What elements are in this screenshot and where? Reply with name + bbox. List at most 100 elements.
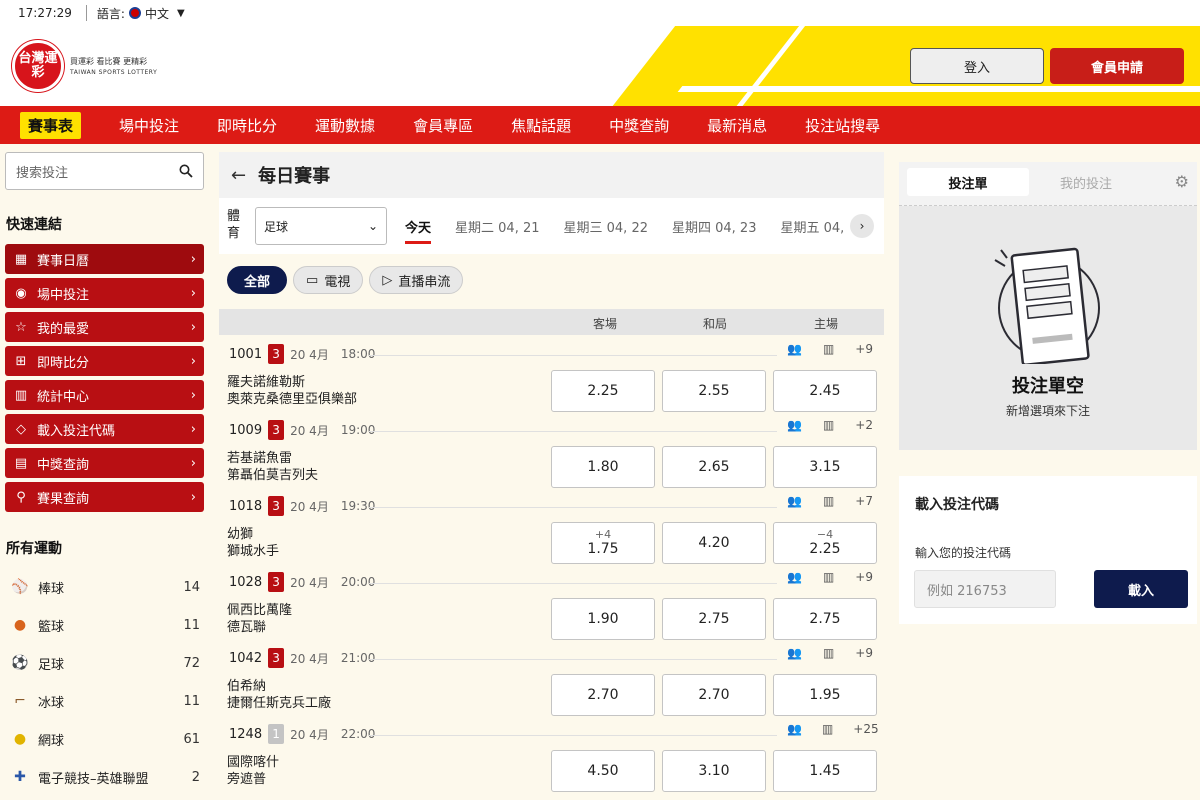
filter-all[interactable]: 全部 — [227, 266, 288, 294]
more-markets-count[interactable]: +25 — [853, 722, 878, 736]
tab-friday[interactable]: 星期五 04, — [780, 217, 844, 236]
nav-item-news[interactable]: 最新消息 — [707, 115, 767, 136]
odds-button[interactable]: 2.55 — [662, 370, 766, 412]
calendar-icon: ▦ — [14, 251, 28, 267]
stats-icon[interactable]: ▥ — [823, 570, 834, 584]
nav-item-sports-data[interactable]: 運動數據 — [315, 115, 375, 136]
quick-links-title: 快速連結 — [6, 217, 62, 233]
stats-icon[interactable]: ▥ — [823, 646, 834, 660]
odds-button[interactable]: 4.20 — [662, 522, 766, 564]
bet-code-input[interactable]: 例如 216753 — [914, 570, 1056, 608]
quick-link-calendar[interactable]: ▦ 賽事日曆 › — [5, 244, 204, 274]
chevron-right-icon: › — [190, 319, 196, 335]
tab-my-bets[interactable]: 我的投注 — [1025, 168, 1147, 196]
quick-link-favorites[interactable]: ☆ 我的最愛 › — [5, 312, 204, 342]
search-icon: ⚲ — [16, 489, 26, 505]
quick-link-stats[interactable]: ▥ 統計中心 › — [5, 380, 204, 410]
lineup-icon[interactable]: 👥 — [787, 494, 802, 508]
odds-button[interactable]: 1.80 — [551, 446, 655, 488]
odds-button[interactable]: 2.25 — [551, 370, 655, 412]
lineup-icon[interactable]: 👥 — [787, 722, 802, 736]
odds-value: 2.55 — [698, 383, 730, 399]
stats-icon[interactable]: ▥ — [823, 418, 834, 432]
tab-today[interactable]: 今天 — [405, 217, 432, 244]
tab-tuesday[interactable]: 星期二 04, 21 — [455, 217, 539, 236]
match-number: 1248 — [229, 726, 263, 742]
more-markets-count[interactable]: +2 — [855, 418, 873, 432]
odds-button[interactable]: +4 1.75 — [551, 522, 655, 564]
sport-item-hockey[interactable]: ⌐ 冰球 11 — [10, 682, 200, 720]
odds-button[interactable]: 2.75 — [662, 598, 766, 640]
gear-icon[interactable]: ⚙ — [1175, 172, 1189, 191]
lineup-icon[interactable]: 👥 — [787, 646, 802, 660]
search-icon[interactable] — [179, 164, 193, 178]
chevron-right-icon[interactable]: › — [850, 214, 874, 238]
match-actions: 👥 ▥ +9 — [787, 646, 873, 660]
sport-item-soccer[interactable]: ⚽ 足球 72 — [10, 644, 200, 682]
login-button[interactable]: 登入 — [910, 48, 1044, 84]
quick-link-prize-check[interactable]: ▤ 中獎查詢 › — [5, 448, 204, 478]
odds-button[interactable]: 2.45 — [773, 370, 877, 412]
odds-button[interactable]: 2.70 — [662, 674, 766, 716]
sport-item-esports[interactable]: ✚ 電子競技–英雄聯盟 2 — [10, 758, 200, 796]
more-markets-count[interactable]: +7 — [855, 494, 873, 508]
odds-button[interactable]: 4.50 — [551, 750, 655, 792]
more-markets-count[interactable]: +9 — [855, 570, 873, 584]
quick-link-label: 中獎查詢 — [37, 457, 90, 473]
nav-item-prize-check[interactable]: 中獎查詢 — [609, 115, 669, 136]
odds-button[interactable]: −4 2.25 — [773, 522, 877, 564]
nav-item-schedule[interactable]: 賽事表 — [20, 111, 82, 139]
stats-icon[interactable]: ▥ — [823, 494, 834, 508]
all-sports-title: 所有運動 — [6, 541, 62, 557]
tab-wednesday[interactable]: 星期三 04, 22 — [564, 217, 648, 236]
filter-streaming[interactable]: ▷ 直播串流 — [369, 266, 464, 294]
back-arrow-icon[interactable]: ← — [231, 165, 246, 186]
bet-type-badge: 1 — [268, 724, 285, 744]
odds-value: 2.25 — [587, 383, 619, 399]
tab-thursday[interactable]: 星期四 04, 23 — [672, 217, 756, 236]
match-actions: 👥 ▥ +25 — [787, 722, 879, 736]
register-button[interactable]: 會員申請 — [1050, 48, 1184, 84]
language-selector[interactable]: 語言: 中文 ▼ — [97, 5, 185, 22]
filter-tv[interactable]: ▭ 電視 — [293, 266, 364, 294]
odds-button[interactable]: 3.15 — [773, 446, 877, 488]
nav-item-live-betting[interactable]: 場中投注 — [119, 115, 179, 136]
nav-item-live-scores[interactable]: 即時比分 — [217, 115, 277, 136]
odds-button[interactable]: 2.70 — [551, 674, 655, 716]
odds-button[interactable]: 1.90 — [551, 598, 655, 640]
match-number: 1001 — [229, 346, 263, 362]
sport-item-baseball[interactable]: ⚾ 棒球 14 — [10, 568, 200, 606]
odds-button[interactable]: 3.10 — [662, 750, 766, 792]
nav-item-member[interactable]: 會員專區 — [413, 115, 473, 136]
language-value: 中文 — [144, 6, 169, 21]
logo-text: 買運彩 看比賽 更精彩 TAIWAN SPORTS LOTTERY — [70, 56, 157, 77]
bet-type-badge: 3 — [268, 420, 285, 440]
nav-item-outlet-search[interactable]: 投注站搜尋 — [805, 115, 880, 136]
sport-select[interactable]: 足球 ⌄ — [255, 207, 387, 245]
odds-button[interactable]: 2.65 — [662, 446, 766, 488]
baseball-icon: ⚾ — [11, 579, 29, 595]
more-markets-count[interactable]: +9 — [855, 646, 873, 660]
lineup-icon[interactable]: 👥 — [787, 342, 802, 356]
quick-link-live-betting[interactable]: ◉ 場中投注 › — [5, 278, 204, 308]
odds-button[interactable]: 1.45 — [773, 750, 877, 792]
search-input[interactable]: 搜索投注 — [5, 152, 204, 190]
quick-link-live-scores[interactable]: ⊞ 即時比分 › — [5, 346, 204, 376]
lineup-icon[interactable]: 👥 — [787, 418, 802, 432]
match-date: 20 4月 — [290, 499, 329, 514]
load-code-button[interactable]: 載入 — [1094, 570, 1188, 608]
load-bet-code-panel: 載入投注代碼 輸入您的投注代碼 例如 216753 載入 — [899, 476, 1197, 624]
stats-icon[interactable]: ▥ — [822, 722, 833, 736]
tab-bet-slip[interactable]: 投注單 — [907, 168, 1029, 196]
more-markets-count[interactable]: +9 — [855, 342, 873, 356]
sport-item-tennis[interactable]: ● 網球 61 — [10, 720, 200, 758]
stats-icon[interactable]: ▥ — [823, 342, 834, 356]
odds-button[interactable]: 2.75 — [773, 598, 877, 640]
quick-link-load-code[interactable]: ◇ 載入投注代碼 › — [5, 414, 204, 444]
lineup-icon[interactable]: 👥 — [787, 570, 802, 584]
nav-item-topics[interactable]: 焦點話題 — [511, 115, 571, 136]
odds-button[interactable]: 1.95 — [773, 674, 877, 716]
sport-item-basketball[interactable]: ● 籃球 11 — [10, 606, 200, 644]
quick-link-results[interactable]: ⚲ 賽果查詢 › — [5, 482, 204, 512]
site-logo[interactable]: 台灣運彩 買運彩 看比賽 更精彩 TAIWAN SPORTS LOTTERY — [12, 40, 157, 92]
